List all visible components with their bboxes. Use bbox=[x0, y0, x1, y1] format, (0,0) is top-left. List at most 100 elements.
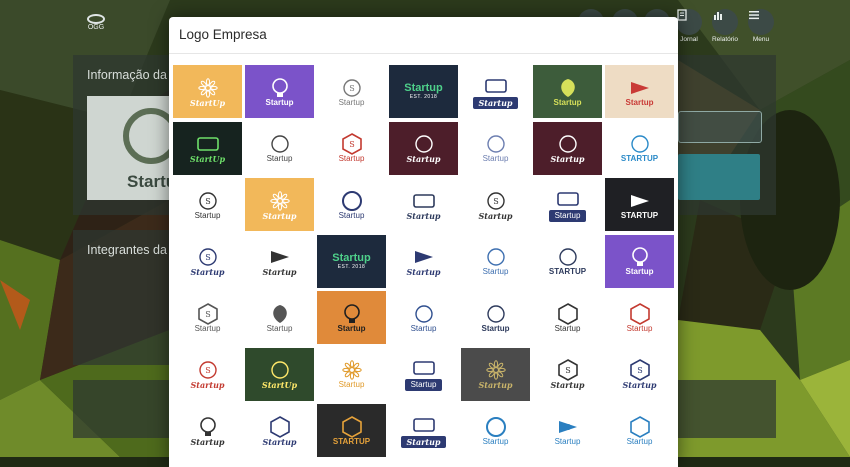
logo-badge-letter: S bbox=[565, 366, 570, 375]
logo-option-text: STARTUP bbox=[332, 436, 371, 446]
logo-option-text: Startup bbox=[262, 436, 297, 447]
cube-icon bbox=[553, 302, 583, 325]
swoosh-icon bbox=[486, 135, 505, 153]
logo-option-21[interactable]: STARTUP bbox=[605, 178, 674, 231]
city-badge-icon bbox=[412, 417, 435, 432]
logo-option-2[interactable]: Startup bbox=[245, 65, 314, 118]
logo-option-38[interactable]: Startup bbox=[317, 347, 386, 401]
logo-badge-letter: S bbox=[637, 366, 642, 375]
logo-option-text: Startup bbox=[626, 436, 653, 446]
background-input-field[interactable] bbox=[678, 111, 762, 143]
company-logo-preview[interactable]: Startu bbox=[87, 96, 169, 200]
brand-logo[interactable]: OGG bbox=[86, 14, 106, 34]
logo-option-28[interactable]: Startup bbox=[605, 234, 674, 288]
logo-option-36[interactable]: S Startup bbox=[173, 347, 242, 401]
logo-option-29[interactable]: S Startup bbox=[173, 291, 242, 344]
s-circle-icon: S bbox=[198, 248, 217, 266]
logo-option-35[interactable]: Startup bbox=[605, 291, 674, 344]
logo-option-10[interactable]: S Startup bbox=[317, 121, 386, 175]
s-circle-icon: S bbox=[193, 246, 223, 268]
logo-option-7[interactable]: Startup bbox=[605, 65, 674, 118]
logo-option-46[interactable]: Startup bbox=[389, 404, 458, 457]
diamond-s-icon: S bbox=[553, 359, 583, 381]
logo-option-34[interactable]: Startup bbox=[533, 291, 602, 344]
logo-option-text: Startup bbox=[553, 97, 582, 107]
brush-icon bbox=[409, 133, 439, 155]
rocket-icon bbox=[265, 246, 295, 268]
logo-option-6[interactable]: Startup bbox=[533, 65, 602, 118]
s-circle-icon: S bbox=[198, 191, 217, 210]
logo-option-5[interactable]: Startup bbox=[461, 65, 530, 118]
target-icon bbox=[485, 416, 506, 437]
leaf-icon bbox=[553, 77, 583, 99]
shield-banner-icon bbox=[269, 415, 290, 438]
wreath-icon bbox=[481, 359, 511, 381]
logo-option-18[interactable]: Startup bbox=[389, 178, 458, 231]
logo-option-26[interactable]: Startup bbox=[461, 234, 530, 288]
logo-option-33[interactable]: Startup bbox=[461, 291, 530, 344]
chevron-icon bbox=[625, 415, 655, 438]
box-icon bbox=[337, 415, 367, 438]
nav-button-menu[interactable] bbox=[748, 9, 774, 35]
plaque-icon bbox=[409, 357, 439, 379]
logo-option-13[interactable]: Startup bbox=[533, 121, 602, 175]
logo-option-text: Startup bbox=[404, 379, 443, 391]
s-square-icon: S bbox=[198, 361, 217, 379]
logo-option-42[interactable]: S Startup bbox=[605, 347, 674, 401]
arrows-s-icon: S bbox=[553, 416, 583, 438]
s-square-icon: S bbox=[193, 359, 223, 381]
logo-option-19[interactable]: S Startup bbox=[461, 178, 530, 231]
logo-option-3[interactable]: S Startup bbox=[317, 65, 386, 118]
logo-option-25[interactable]: Startup bbox=[389, 234, 458, 288]
logo-option-11[interactable]: Startup bbox=[389, 121, 458, 175]
logo-option-47[interactable]: Startup bbox=[461, 404, 530, 457]
brain-gear-icon bbox=[271, 77, 288, 97]
logo-option-17[interactable]: Startup bbox=[317, 178, 386, 231]
logo-option-1[interactable]: StartUp bbox=[173, 65, 242, 118]
logo-option-9[interactable]: Startup bbox=[245, 121, 314, 175]
logo-option-text: Startup bbox=[400, 435, 447, 448]
logo-option-24[interactable]: Startup EST. 2018 bbox=[317, 234, 386, 288]
logo-option-49[interactable]: Startup bbox=[605, 404, 674, 457]
logo-option-40[interactable]: Startup bbox=[461, 347, 530, 401]
logo-option-text: Startup bbox=[266, 323, 293, 333]
logo-option-20[interactable]: Startup bbox=[533, 178, 602, 231]
nav-button-journal[interactable] bbox=[676, 9, 702, 35]
play-icon bbox=[630, 194, 649, 207]
arch-icon bbox=[486, 248, 505, 266]
logo-option-text: Startup bbox=[481, 323, 510, 333]
logo-option-27[interactable]: STARTUP bbox=[533, 234, 602, 288]
logo-option-text: Startup bbox=[554, 323, 581, 333]
logo-option-4[interactable]: Startup EST. 2018 bbox=[389, 65, 458, 118]
logo-option-text: Startup bbox=[404, 82, 443, 94]
whale-icon bbox=[625, 133, 655, 155]
bulb-outline-icon bbox=[199, 416, 216, 436]
logo-option-22[interactable]: S Startup bbox=[173, 234, 242, 288]
logo-option-30[interactable]: Startup bbox=[245, 291, 314, 344]
logo-option-12[interactable]: Startup bbox=[461, 121, 530, 175]
logo-option-23[interactable]: Startup bbox=[245, 234, 314, 288]
logo-option-39[interactable]: Startup bbox=[389, 347, 458, 401]
logo-option-44[interactable]: Startup bbox=[245, 404, 314, 457]
logo-option-32[interactable]: Startup bbox=[389, 291, 458, 344]
logo-badge-letter: S bbox=[349, 140, 354, 149]
logo-option-16[interactable]: Startup bbox=[245, 178, 314, 231]
logo-grid: StartUp Startup S Startup Startup EST. 2018 St… bbox=[173, 65, 676, 457]
logo-option-14[interactable]: STARTUP bbox=[605, 121, 674, 175]
brand-logo-text: OGG bbox=[87, 24, 105, 31]
nav-button-report[interactable] bbox=[712, 9, 738, 35]
logo-option-8[interactable]: StartUp bbox=[173, 121, 242, 175]
circle-ring-icon bbox=[337, 190, 367, 212]
logo-option-41[interactable]: S Startup bbox=[533, 347, 602, 401]
rocket-icon bbox=[270, 251, 289, 263]
logo-option-45[interactable]: STARTUP bbox=[317, 404, 386, 457]
logo-option-31[interactable]: Startup bbox=[317, 291, 386, 344]
background-action-button[interactable] bbox=[678, 154, 760, 200]
bulb-icon bbox=[631, 247, 648, 266]
logo-option-48[interactable]: S Startup bbox=[533, 404, 602, 457]
logo-option-43[interactable]: Startup bbox=[173, 404, 242, 457]
logo-option-text: Startup bbox=[266, 154, 293, 163]
logo-option-15[interactable]: S Startup bbox=[173, 178, 242, 231]
logo-ring-icon bbox=[123, 108, 169, 164]
logo-option-37[interactable]: StartUp bbox=[245, 347, 314, 401]
